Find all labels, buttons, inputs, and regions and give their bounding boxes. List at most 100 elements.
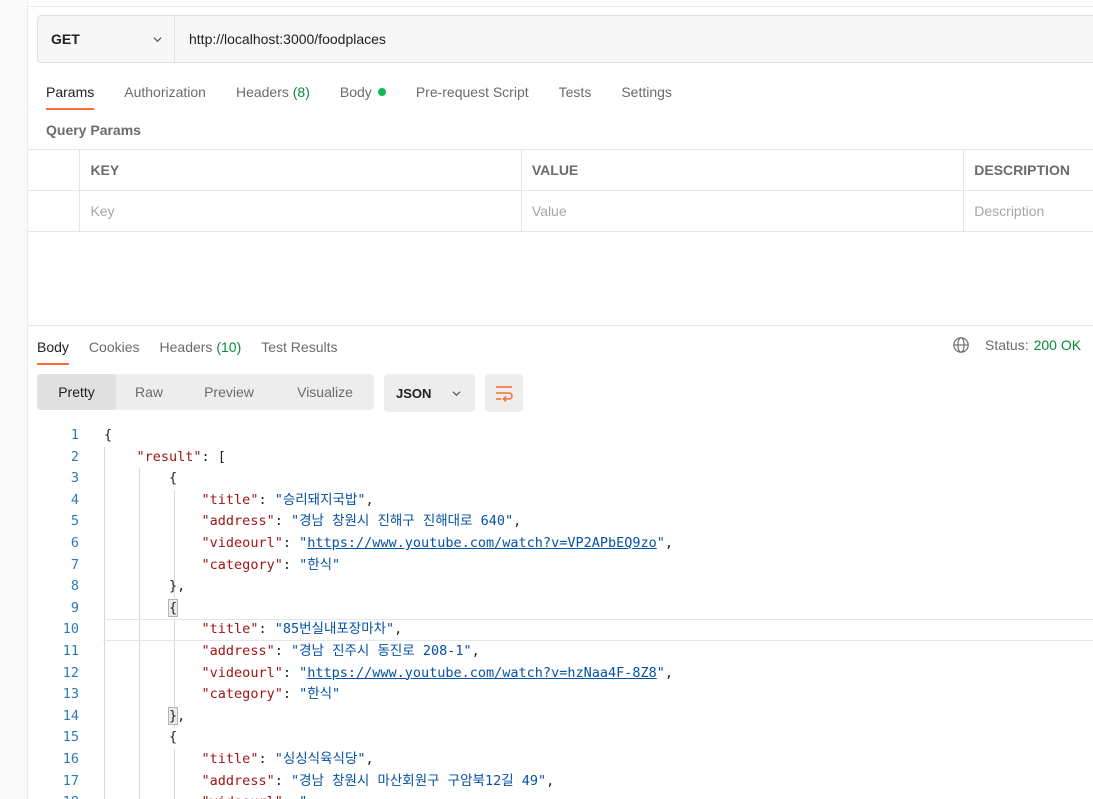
tab-response-headers[interactable]: Headers (10) <box>160 335 242 365</box>
code-line: 9 { <box>27 598 1093 620</box>
line-number: 12 <box>62 664 79 681</box>
line-number: 14 <box>62 707 79 724</box>
json-value: "승리돼지국밥" <box>274 491 366 508</box>
line-number: 13 <box>62 686 79 703</box>
code-line: 15 { <box>27 727 1093 749</box>
left-gutter <box>0 0 28 799</box>
tab-label: Params <box>46 84 95 100</box>
code-text: "address": "경남 진주시 동진로 208-1", <box>201 642 480 659</box>
code-text: { <box>104 470 178 487</box>
tab-label: Body <box>37 339 69 355</box>
response-status: Status: 200 OK <box>952 336 1081 354</box>
code-line: 17 "address": "경남 창원시 마산회원구 구암북12길 49", <box>27 771 1093 793</box>
code-text: "title": "싱싱식육식당", <box>201 750 374 767</box>
code-line: 2 "result": [ <box>27 447 1093 469</box>
code-line: 11 "address": "경남 진주시 동진로 208-1", <box>27 641 1093 663</box>
tab-response-body[interactable]: Body <box>37 335 69 365</box>
key-column-header: KEY <box>80 150 522 190</box>
line-number: 18 <box>27 792 79 799</box>
line-number: 15 <box>62 729 79 746</box>
view-mode-preview[interactable]: Preview <box>182 374 276 410</box>
request-bar: GET http://localhost:3000/foodplaces <box>37 15 1093 63</box>
method-select[interactable]: GET <box>38 16 175 62</box>
view-mode-selector: Pretty Raw Preview Visualize <box>37 374 374 410</box>
line-number: 7 <box>70 556 79 573</box>
line-number: 4 <box>70 491 79 508</box>
description-column-header: DESCRIPTION <box>974 162 1070 178</box>
code-text: "title": "85번실내포장마차", <box>201 621 403 638</box>
response-tabs: Body Cookies Headers (10) Test Results <box>37 335 357 365</box>
tab-body[interactable]: Body <box>340 80 386 110</box>
line-number: 10 <box>62 621 79 638</box>
code-line: 18 "videourl": " <box>27 792 1093 799</box>
format-label: JSON <box>396 385 432 401</box>
request-tabs: Params Authorization Headers (8) Body Pr… <box>46 80 702 110</box>
tab-cookies[interactable]: Cookies <box>89 335 140 365</box>
tab-label: Headers <box>159 339 213 355</box>
tab-label: Pre-request Script <box>415 84 529 100</box>
chevron-down-icon <box>153 36 162 42</box>
globe-icon[interactable] <box>952 336 970 354</box>
json-value: "한식" <box>299 686 341 703</box>
line-number: 8 <box>70 578 79 595</box>
code-text: "address": "경남 창원시 진해구 진해대로 640", <box>201 513 522 530</box>
brace: { <box>104 427 113 443</box>
code-text: }, <box>168 706 186 725</box>
code-line: 12 "videourl": "https://www.youtube.com/… <box>27 663 1093 685</box>
tab-authorization[interactable]: Authorization <box>124 80 206 110</box>
description-input[interactable]: Description <box>964 191 1093 231</box>
line-number: 6 <box>70 534 79 551</box>
status-label: Status: <box>985 337 1029 353</box>
method-label: GET <box>51 31 80 47</box>
response-body-code[interactable]: 1{ 2 "result": [ 3 { 4 "title": "승리돼지국밥"… <box>27 425 1093 799</box>
code-text: "videourl": "https://www.youtube.com/wat… <box>201 534 674 551</box>
view-mode-raw[interactable]: Raw <box>116 374 182 410</box>
json-value: "경남 진주시 동진로 208-1" <box>290 642 472 659</box>
tab-test-results[interactable]: Test Results <box>261 335 337 365</box>
line-number: 5 <box>70 513 79 530</box>
code-text: "videourl": " <box>104 792 308 799</box>
wrap-lines-button[interactable] <box>485 374 523 412</box>
url-input[interactable]: http://localhost:3000/foodplaces <box>175 16 386 62</box>
json-key: "result" <box>136 448 202 465</box>
query-params-title: Query Params <box>46 122 141 138</box>
view-mode-pretty[interactable]: Pretty <box>37 374 116 410</box>
line-number: 2 <box>70 448 79 465</box>
status-code[interactable]: 200 OK <box>1034 337 1081 353</box>
code-line: 14 }, <box>27 706 1093 728</box>
code-line: 6 "videourl": "https://www.youtube.com/w… <box>27 533 1093 555</box>
json-value: "싱싱식육식당" <box>274 750 366 767</box>
key-input[interactable]: Key <box>80 191 522 231</box>
tab-label: Settings <box>621 84 672 100</box>
json-value: "경남 창원시 마산회원구 구암북12길 49" <box>290 772 547 789</box>
tab-settings[interactable]: Settings <box>621 80 672 110</box>
tab-tests[interactable]: Tests <box>559 80 592 110</box>
value-column-header: VALUE <box>522 150 965 190</box>
json-value: "경남 창원시 진해구 진해대로 640" <box>290 513 514 530</box>
tab-label: Body <box>339 84 372 100</box>
code-text: "category": "한식" <box>201 556 341 573</box>
view-mode-visualize[interactable]: Visualize <box>276 374 374 410</box>
tab-count: (8) <box>292 84 310 100</box>
table-row: Key Value Description <box>27 191 1093 232</box>
pane-divider[interactable] <box>27 325 1093 326</box>
checkbox-column-header <box>27 150 81 190</box>
format-select[interactable]: JSON <box>384 374 475 412</box>
chevron-down-icon <box>452 390 461 396</box>
tab-label: Tests <box>558 84 592 100</box>
json-value: "85번실내포장마차" <box>274 621 395 638</box>
line-number: 1 <box>70 427 79 443</box>
code-text: { <box>104 425 112 447</box>
code-line: 8 }, <box>27 576 1093 598</box>
tab-headers[interactable]: Headers (8) <box>236 80 310 110</box>
code-line: 1{ <box>27 425 1093 447</box>
video-link[interactable]: https://www.youtube.com/watch?v=VP2APbEQ… <box>307 535 657 551</box>
code-text: "videourl": "https://www.youtube.com/wat… <box>201 664 674 681</box>
line-number: 3 <box>70 470 79 487</box>
value-input[interactable]: Value <box>522 191 965 231</box>
code-text: "result": [ <box>136 448 226 465</box>
code-line-current: 10 "title": "85번실내포장마차", <box>27 619 1093 641</box>
tab-params[interactable]: Params <box>46 80 95 110</box>
tab-pre-request-script[interactable]: Pre-request Script <box>416 80 529 110</box>
video-link[interactable]: https://www.youtube.com/watch?v=hzNaa4F-… <box>307 665 657 681</box>
